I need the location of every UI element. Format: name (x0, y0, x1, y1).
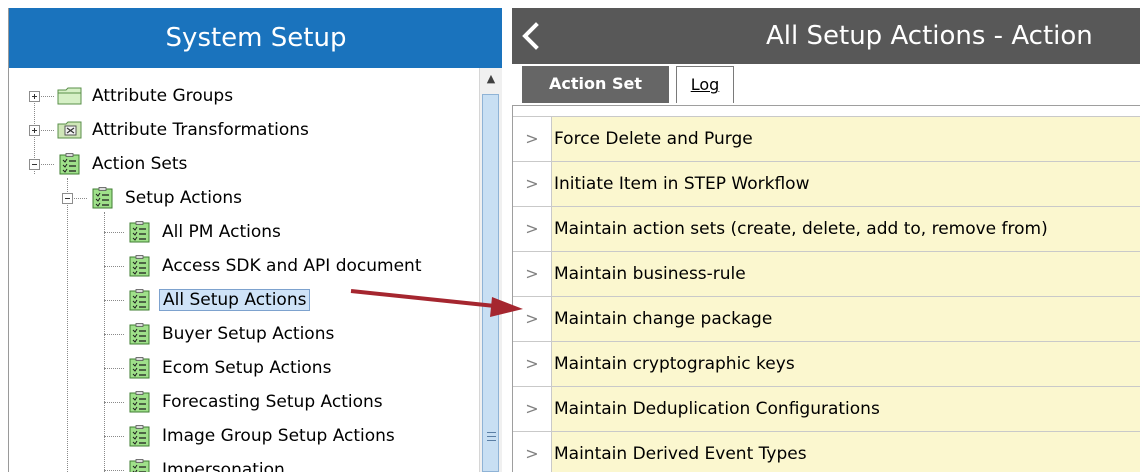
scrollbar-grip-icon (487, 432, 496, 442)
list-item-label: Initiate Item in STEP Workflow (551, 162, 1140, 206)
attribute-transformation-icon (57, 119, 83, 141)
list-item[interactable]: > Maintain Derived Event Types (513, 432, 1140, 472)
list-item-label: Maintain Derived Event Types (551, 432, 1140, 472)
scrollbar-thumb[interactable] (482, 94, 499, 472)
editor-tabs: Action Set Log (512, 64, 1140, 106)
tree-item-access-sdk[interactable]: Access SDK and API document (127, 251, 425, 281)
list-item[interactable]: > Initiate Item in STEP Workflow (513, 162, 1140, 207)
list-item-label: Maintain Deduplication Configurations (551, 387, 1140, 431)
list-item[interactable]: > Maintain change package (513, 297, 1140, 342)
expand-attribute-groups-toggle[interactable] (29, 91, 40, 102)
tab-log[interactable]: Log (676, 66, 734, 103)
tree-item-attribute-groups[interactable]: Attribute Groups (57, 81, 236, 111)
editor-title: All Setup Actions - Action (766, 21, 1093, 51)
tree-item-attribute-transformations[interactable]: Attribute Transformations (57, 115, 312, 145)
tree-item-label-selected: All Setup Actions (159, 289, 311, 311)
tree-item-buyer-setup-actions[interactable]: Buyer Setup Actions (127, 319, 337, 349)
action-set-icon (127, 221, 153, 243)
chevron-right-icon[interactable]: > (513, 252, 551, 296)
list-item[interactable]: > Maintain Deduplication Configurations (513, 387, 1140, 432)
chevron-right-icon[interactable]: > (513, 207, 551, 251)
chevron-right-icon[interactable]: > (513, 117, 551, 161)
tree-item-label: Ecom Setup Actions (162, 358, 332, 378)
list-item[interactable]: > Maintain action sets (create, delete, … (513, 207, 1140, 252)
tree-item-label: Forecasting Setup Actions (162, 392, 383, 412)
folder-icon (57, 85, 83, 107)
chevron-right-icon[interactable]: > (513, 387, 551, 431)
collapse-setup-actions-toggle[interactable] (62, 193, 73, 204)
tree-item-label: Attribute Transformations (92, 120, 309, 140)
action-set-icon (127, 255, 153, 277)
action-set-icon (127, 289, 153, 311)
tree-item-forecasting-setup-actions[interactable]: Forecasting Setup Actions (127, 387, 386, 417)
chevron-left-icon[interactable] (520, 22, 542, 50)
action-set-icon (127, 391, 153, 413)
list-item[interactable]: > Maintain business-rule (513, 252, 1140, 297)
system-setup-panel: System Setup Attribute Groups Attribute … (8, 8, 502, 472)
tree-item-label: Buyer Setup Actions (162, 324, 335, 344)
tab-log-label: Log (690, 75, 720, 94)
tree-item-all-pm-actions[interactable]: All PM Actions (127, 217, 284, 247)
tree-item-label: All PM Actions (162, 222, 281, 242)
tree-item-label: Setup Actions (125, 188, 242, 208)
chevron-right-icon[interactable]: > (513, 342, 551, 386)
list-item-label: Maintain cryptographic keys (551, 342, 1140, 386)
chevron-right-icon[interactable]: > (513, 162, 551, 206)
action-set-icon (57, 153, 83, 175)
scroll-up-arrow-icon[interactable]: ▲ (480, 68, 502, 90)
editor-header: All Setup Actions - Action (512, 8, 1140, 64)
tree-item-ecom-setup-actions[interactable]: Ecom Setup Actions (127, 353, 334, 383)
action-set-icon (127, 425, 153, 447)
tree-item-label: Impersonation (162, 460, 285, 472)
tree-item-impersonation[interactable]: Impersonation (127, 455, 288, 472)
tree-item-action-sets[interactable]: Action Sets (57, 149, 190, 179)
list-item-label: Maintain business-rule (551, 252, 1140, 296)
collapse-action-sets-toggle[interactable] (29, 159, 40, 170)
tree-item-label: Access SDK and API document (162, 256, 422, 276)
list-item-label: Maintain change package (551, 297, 1140, 341)
system-setup-title: System Setup (9, 8, 502, 68)
action-set-icon (127, 323, 153, 345)
tree-item-label: Attribute Groups (92, 86, 234, 106)
setup-tree: Attribute Groups Attribute Transformatio… (9, 68, 479, 472)
expand-attribute-transformations-toggle[interactable] (29, 125, 40, 136)
chevron-right-icon[interactable]: > (513, 432, 551, 472)
action-set-icon (127, 357, 153, 379)
list-item[interactable]: > Maintain cryptographic keys (513, 342, 1140, 387)
actions-list: > Force Delete and Purge > Initiate Item… (512, 106, 1140, 472)
tree-scrollbar[interactable]: ▲ (479, 68, 502, 472)
chevron-right-icon[interactable]: > (513, 297, 551, 341)
tree-item-setup-actions[interactable]: Setup Actions (90, 183, 245, 213)
action-set-icon (127, 459, 153, 472)
tree-item-image-group-setup-actions[interactable]: Image Group Setup Actions (127, 421, 398, 451)
tab-action-set[interactable]: Action Set (522, 66, 669, 103)
tree-item-all-setup-actions[interactable]: All Setup Actions (127, 285, 311, 315)
list-header-gap (513, 106, 1140, 117)
action-set-editor-panel: All Setup Actions - Action Action Set Lo… (512, 8, 1140, 472)
action-set-icon (90, 187, 116, 209)
tree-item-label: Action Sets (92, 154, 188, 174)
panel-divider[interactable] (502, 8, 512, 472)
tree-item-label: Image Group Setup Actions (162, 426, 395, 446)
list-item-label: Maintain action sets (create, delete, ad… (551, 207, 1140, 251)
list-item[interactable]: > Force Delete and Purge (513, 117, 1140, 162)
list-item-label: Force Delete and Purge (551, 117, 1140, 161)
